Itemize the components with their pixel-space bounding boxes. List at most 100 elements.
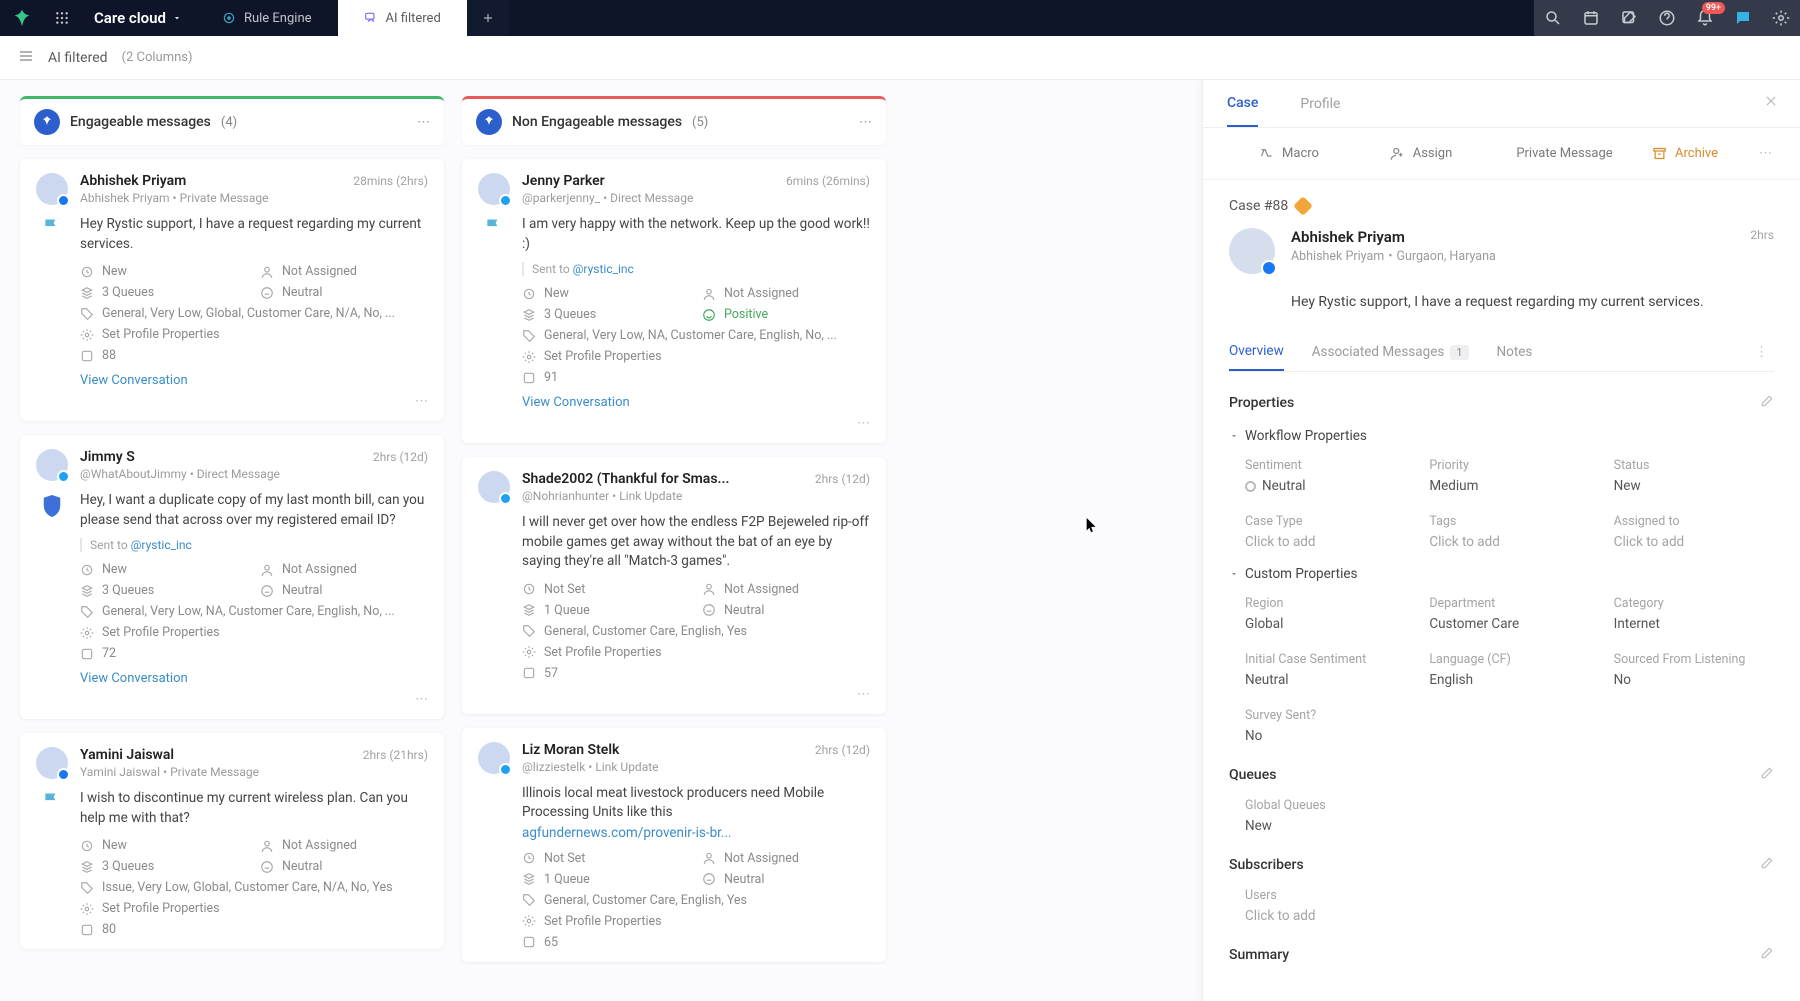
tab-rule-engine[interactable]: Rule Engine bbox=[196, 0, 338, 36]
assign-action[interactable]: Assign bbox=[1359, 140, 1483, 167]
view-conversation-link[interactable]: View Conversation bbox=[80, 373, 428, 388]
edit-summary-icon[interactable] bbox=[1760, 946, 1774, 964]
case-tab-overview[interactable]: Overview bbox=[1229, 333, 1284, 371]
message-card[interactable]: Jenny Parker6mins (26mins) @parkerjenny_… bbox=[462, 159, 886, 443]
property[interactable]: Global Queues New bbox=[1245, 798, 1774, 834]
panel-tab-profile[interactable]: Profile bbox=[1300, 82, 1340, 126]
meta-tags: General, Very Low, NA, Customer Care, En… bbox=[522, 328, 870, 343]
case-tab-notes[interactable]: Notes bbox=[1497, 334, 1533, 370]
property[interactable]: Sentiment Neutral bbox=[1245, 458, 1405, 494]
card-side-icon bbox=[478, 513, 510, 572]
panel-tab-case[interactable]: Case bbox=[1227, 81, 1258, 127]
property[interactable]: Sourced From Listening No bbox=[1614, 652, 1774, 688]
social-badge-icon bbox=[499, 492, 512, 505]
menu-icon[interactable] bbox=[18, 48, 34, 68]
meta-status: Not Set bbox=[522, 851, 690, 866]
compose-icon[interactable] bbox=[1620, 9, 1638, 27]
tag-icon bbox=[522, 329, 536, 343]
message-card[interactable]: Yamini Jaiswal2hrs (21hrs) Yamini Jaiswa… bbox=[20, 733, 444, 949]
avatar[interactable] bbox=[478, 742, 510, 774]
meta-tags: Issue, Very Low, Global, Customer Care, … bbox=[80, 880, 428, 895]
chat-icon[interactable] bbox=[1734, 9, 1752, 27]
card-more-icon[interactable]: ⋯ bbox=[478, 416, 870, 431]
property[interactable]: Assigned to Click to add bbox=[1614, 514, 1774, 550]
workflow-properties-toggle[interactable]: Workflow Properties bbox=[1229, 428, 1774, 444]
message-card[interactable]: Jimmy S2hrs (12d) @WhatAboutJimmy•Direct… bbox=[20, 435, 444, 719]
app-switcher-icon[interactable] bbox=[44, 11, 80, 25]
private-message-action[interactable]: Private Message bbox=[1491, 140, 1615, 167]
property-value[interactable]: Click to add bbox=[1245, 534, 1405, 550]
property-value[interactable]: Click to add bbox=[1245, 908, 1774, 924]
add-tab-button[interactable] bbox=[467, 0, 509, 36]
message-link[interactable]: agfundernews.com/provenir-is-br... bbox=[522, 825, 870, 841]
meta-status: New bbox=[80, 838, 248, 853]
card-more-icon[interactable]: ⋯ bbox=[36, 692, 428, 707]
property[interactable]: Language (CF) English bbox=[1429, 652, 1589, 688]
property-value[interactable]: Click to add bbox=[1429, 534, 1589, 550]
calendar-icon[interactable] bbox=[1582, 9, 1600, 27]
property[interactable]: Users Click to add bbox=[1245, 888, 1774, 924]
contact-name: Jenny Parker bbox=[522, 173, 605, 189]
settings-icon[interactable] bbox=[1772, 9, 1790, 27]
message-text: I wish to discontinue my current wireles… bbox=[80, 789, 428, 828]
property-value[interactable]: Click to add bbox=[1614, 534, 1774, 550]
panel-actions-more[interactable]: ⋯ bbox=[1755, 146, 1776, 161]
message-card[interactable]: Shade2002 (Thankful for Smas...2hrs (12d… bbox=[462, 457, 886, 714]
avatar[interactable] bbox=[36, 449, 68, 481]
contact-handle: Abhishek Priyam•Private Message bbox=[80, 191, 428, 205]
card-more-icon[interactable]: ⋯ bbox=[36, 394, 428, 409]
panel-close-button[interactable] bbox=[1764, 94, 1778, 112]
search-icon[interactable] bbox=[1544, 9, 1562, 27]
case-tab-associated[interactable]: Associated Messages1 bbox=[1312, 334, 1469, 370]
sent-to: Sent to @rystic_inc bbox=[80, 538, 428, 552]
avatar[interactable] bbox=[36, 173, 68, 205]
property[interactable]: Department Customer Care bbox=[1429, 596, 1589, 632]
avatar[interactable] bbox=[36, 747, 68, 779]
view-title: AI filtered bbox=[48, 50, 108, 66]
product-logo[interactable] bbox=[0, 8, 44, 28]
id-icon bbox=[80, 349, 94, 363]
view-conversation-link[interactable]: View Conversation bbox=[522, 395, 870, 410]
edit-subscribers-icon[interactable] bbox=[1760, 856, 1774, 874]
message-card[interactable]: Abhishek Priyam28mins (2hrs) Abhishek Pr… bbox=[20, 159, 444, 421]
tab-ai-filtered[interactable]: AI filtered bbox=[338, 0, 467, 36]
property[interactable]: Case Type Click to add bbox=[1245, 514, 1405, 550]
view-conversation-link[interactable]: View Conversation bbox=[80, 671, 428, 686]
property-label: Sentiment bbox=[1245, 458, 1405, 473]
column-more-icon[interactable]: ⋯ bbox=[859, 115, 872, 130]
avatar[interactable] bbox=[478, 471, 510, 503]
case-tab-more[interactable]: ⋮ bbox=[1749, 345, 1774, 360]
custom-properties-toggle[interactable]: Custom Properties bbox=[1229, 566, 1774, 582]
column-more-icon[interactable]: ⋯ bbox=[417, 115, 430, 130]
property[interactable]: Category Internet bbox=[1614, 596, 1774, 632]
social-badge-icon bbox=[499, 763, 512, 776]
property[interactable]: Status New bbox=[1614, 458, 1774, 494]
avatar[interactable] bbox=[478, 173, 510, 205]
edit-properties-icon[interactable] bbox=[1760, 394, 1774, 412]
help-icon[interactable] bbox=[1658, 9, 1676, 27]
property[interactable]: Survey Sent? No bbox=[1245, 708, 1405, 744]
message-card[interactable]: Liz Moran Stelk2hrs (12d) @lizziestelk•L… bbox=[462, 728, 886, 962]
meta-id: 88 bbox=[80, 348, 428, 363]
case-panel: Case Profile Macro Assign Private Messag… bbox=[1202, 80, 1800, 1001]
meta-id: 91 bbox=[522, 370, 870, 385]
card-more-icon[interactable]: ⋯ bbox=[478, 687, 870, 702]
case-avatar[interactable] bbox=[1229, 228, 1275, 274]
edit-queues-icon[interactable] bbox=[1760, 766, 1774, 784]
chevron-down-icon bbox=[172, 13, 182, 23]
card-side-icon bbox=[478, 784, 510, 841]
archive-action[interactable]: Archive bbox=[1623, 140, 1747, 167]
notifications-icon[interactable]: 99+ bbox=[1696, 9, 1714, 27]
tab-label: Rule Engine bbox=[244, 11, 312, 26]
macro-action[interactable]: Macro bbox=[1227, 140, 1351, 167]
user-icon bbox=[702, 582, 716, 596]
property[interactable]: Priority Medium bbox=[1429, 458, 1589, 494]
social-badge-icon bbox=[499, 194, 512, 207]
property[interactable]: Region Global bbox=[1245, 596, 1405, 632]
meta-sentiment: Positive bbox=[702, 307, 870, 322]
property[interactable]: Initial Case Sentiment Neutral bbox=[1245, 652, 1405, 688]
workspace-switcher[interactable]: Care cloud bbox=[80, 0, 196, 36]
id-icon bbox=[80, 923, 94, 937]
property[interactable]: Tags Click to add bbox=[1429, 514, 1589, 550]
meta-sentiment: Neutral bbox=[702, 603, 870, 618]
